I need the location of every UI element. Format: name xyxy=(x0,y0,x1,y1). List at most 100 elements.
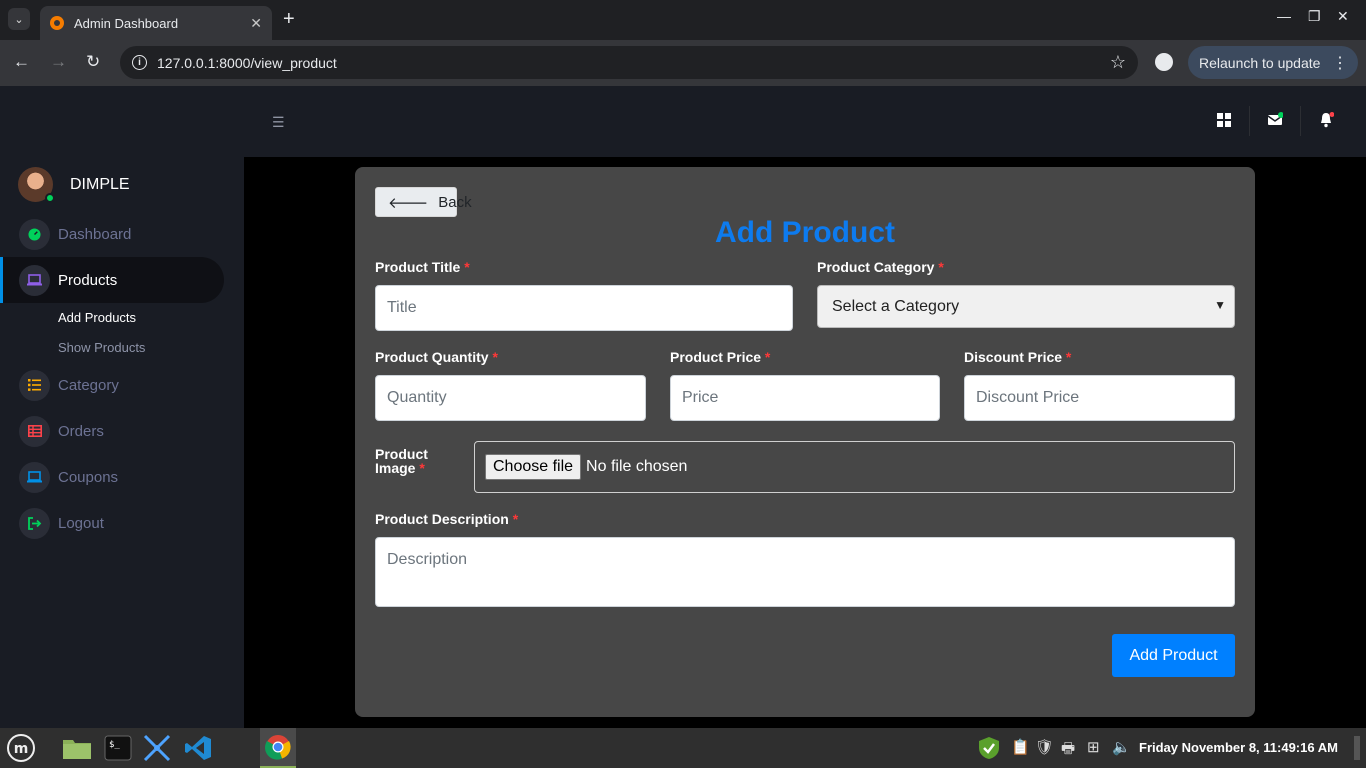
label-text: Product Category xyxy=(817,259,935,275)
required-mark: * xyxy=(938,259,944,275)
required-mark: * xyxy=(419,460,425,476)
svg-text:m: m xyxy=(14,741,29,757)
back-button-label: Back xyxy=(438,193,472,211)
required-mark: * xyxy=(1065,349,1072,365)
required-mark: * xyxy=(464,259,470,275)
chrome-taskbar-icon[interactable] xyxy=(260,728,296,768)
avatar xyxy=(18,167,55,203)
relaunch-label: Relaunch to update xyxy=(1199,54,1321,71)
product-image-label: Product Image * xyxy=(375,447,428,475)
page-title: Add Product xyxy=(715,216,895,249)
arrow-left-icon: 🡐 xyxy=(388,194,429,212)
sidebar-item-coupons[interactable]: Coupons xyxy=(0,454,224,500)
product-description-label: Product Description * xyxy=(375,511,518,527)
sidebar-item-logout[interactable]: Logout xyxy=(0,500,224,546)
tab-search-button[interactable]: ⌄ xyxy=(8,8,30,30)
show-desktop-button[interactable] xyxy=(1354,736,1360,760)
browser-tab-bar: ⌄ Admin Dashboard ✕ + — ❐ ✕ xyxy=(0,0,1366,40)
product-price-label: Product Price * xyxy=(670,349,770,365)
terminal-icon[interactable]: $_ xyxy=(103,733,133,763)
sidebar-item-label: Products xyxy=(58,271,118,289)
discount-price-input[interactable]: Discount Price xyxy=(964,375,1235,421)
clipboard-icon[interactable]: 📋 xyxy=(1011,738,1030,756)
site-info-icon[interactable]: i xyxy=(132,55,147,70)
network-icon[interactable]: ⊞ xyxy=(1087,738,1100,756)
table-icon xyxy=(19,415,50,447)
remote-desktop-icon[interactable] xyxy=(142,733,172,763)
label-text: Product Description xyxy=(375,511,509,527)
address-bar[interactable]: i 127.0.0.1:8000/view_product ☆ xyxy=(120,46,1138,79)
sidebar-item-orders[interactable]: Orders xyxy=(0,408,224,454)
sidebar-item-label: Orders xyxy=(58,422,104,440)
username: DIMPLE xyxy=(70,175,130,193)
reload-icon[interactable]: ↻ xyxy=(86,52,100,72)
category-selected-value: Select a Category xyxy=(832,297,960,315)
sidebar-item-label: Category xyxy=(58,376,119,394)
required-mark: * xyxy=(512,511,519,527)
hamburger-menu-icon[interactable]: ☰ xyxy=(272,114,285,131)
category-select[interactable]: Select a Category ▼ xyxy=(817,285,1235,328)
header-divider xyxy=(1249,106,1250,136)
speedometer-icon xyxy=(19,218,50,250)
bell-icon[interactable] xyxy=(1318,112,1334,128)
product-title-input[interactable]: Title xyxy=(375,285,793,331)
printer-icon[interactable]: 🖶 xyxy=(1061,738,1075,763)
label-text: Product xyxy=(375,446,428,462)
sidebar-item-products[interactable]: Products xyxy=(0,257,224,303)
relaunch-button[interactable]: Relaunch to update ⋮ xyxy=(1188,46,1358,79)
security-icon[interactable]: 🛡 xyxy=(1035,738,1054,756)
profile-icon[interactable] xyxy=(1155,53,1173,71)
url-text[interactable]: 127.0.0.1:8000/view_product xyxy=(157,55,1110,71)
bookmark-star-icon[interactable]: ☆ xyxy=(1110,52,1126,73)
new-tab-button[interactable]: + xyxy=(283,8,295,31)
close-window-icon[interactable]: ✕ xyxy=(1337,8,1349,25)
description-textarea[interactable]: Description xyxy=(375,537,1235,607)
mail-icon[interactable] xyxy=(1267,112,1283,128)
sidebar-item-dashboard[interactable]: Dashboard xyxy=(0,211,224,257)
chevron-down-icon: ▼ xyxy=(1214,298,1226,312)
more-menu-icon[interactable]: ⋮ xyxy=(1332,53,1348,73)
required-mark: * xyxy=(764,349,771,365)
back-button[interactable]: 🡐 Back xyxy=(375,187,472,217)
restore-icon[interactable]: ❐ xyxy=(1308,8,1321,25)
product-title-label: Product Title * xyxy=(375,259,470,275)
price-input[interactable]: Price xyxy=(670,375,940,421)
app-header xyxy=(0,86,1366,157)
product-image-file-input[interactable]: Choose file No file chosen xyxy=(474,441,1235,493)
vscode-icon[interactable] xyxy=(183,733,213,763)
files-folder-icon[interactable] xyxy=(62,733,92,763)
laptop-icon xyxy=(19,264,50,296)
label-text: Product Price xyxy=(670,349,762,365)
quantity-input[interactable]: Quantity xyxy=(375,375,646,421)
list-icon xyxy=(19,369,50,401)
submenu-add-products[interactable]: Add Products xyxy=(58,310,136,325)
browser-toolbar: ← → ↻ i 127.0.0.1:8000/view_product ☆ Re… xyxy=(0,40,1366,86)
submenu-show-products[interactable]: Show Products xyxy=(58,340,145,355)
product-category-label: Product Category * xyxy=(817,259,944,275)
logout-icon xyxy=(19,507,50,539)
update-shield-icon[interactable] xyxy=(976,735,1002,761)
volume-icon[interactable]: 🔈 xyxy=(1112,738,1131,756)
label-text: Discount Price xyxy=(964,349,1063,365)
minimize-icon[interactable]: — xyxy=(1277,8,1291,24)
choose-file-button[interactable]: Choose file xyxy=(485,454,582,480)
tab-close-icon[interactable]: ✕ xyxy=(250,15,262,32)
back-arrow-icon[interactable]: ← xyxy=(13,52,30,72)
required-mark: * xyxy=(492,349,498,365)
browser-tab[interactable]: Admin Dashboard ✕ xyxy=(40,6,272,40)
clock[interactable]: Friday November 8, 11:49:16 AM xyxy=(1139,740,1338,755)
product-quantity-label: Product Quantity * xyxy=(375,349,498,365)
add-product-button[interactable]: Add Product xyxy=(1112,634,1235,677)
online-status-dot xyxy=(45,193,55,203)
sidebar-item-category[interactable]: Category xyxy=(0,362,224,408)
grid-icon[interactable] xyxy=(1216,112,1232,128)
sidebar-item-label: Logout xyxy=(58,514,104,532)
laptop-icon xyxy=(19,461,50,493)
mint-menu-icon[interactable]: m xyxy=(6,733,36,763)
svg-text:$_: $_ xyxy=(109,740,120,750)
forward-arrow-icon[interactable]: → xyxy=(50,52,67,72)
label-text: Product Quantity xyxy=(375,349,489,365)
favicon-icon xyxy=(50,16,64,30)
user-profile[interactable]: DIMPLE xyxy=(18,167,130,203)
label-text: Image xyxy=(375,460,416,476)
